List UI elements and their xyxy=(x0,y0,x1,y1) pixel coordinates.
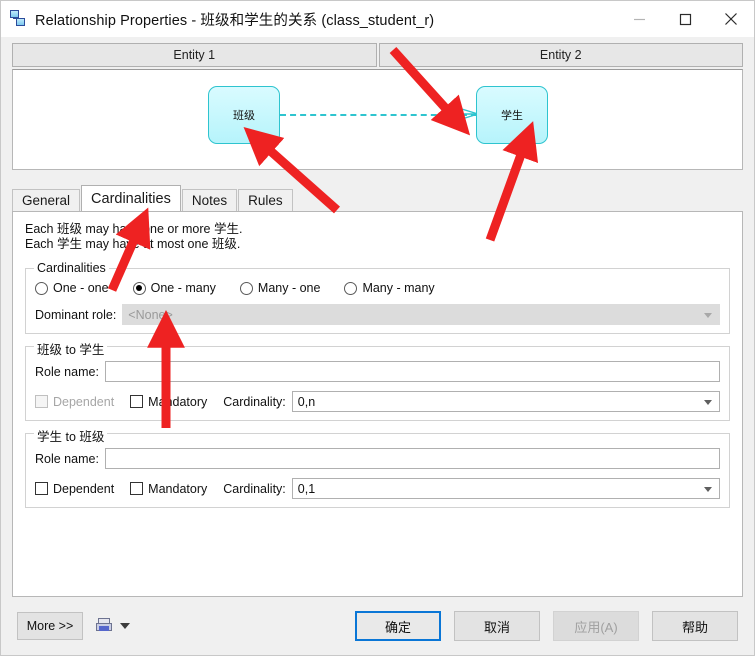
cardinality-label: Cardinality: xyxy=(223,481,286,496)
cardinalities-tab-page: Each 班级 may have one or more 学生. Each 学生… xyxy=(12,211,743,597)
radio-indicator xyxy=(132,281,146,295)
checkbox-mandatory[interactable]: Mandatory xyxy=(130,395,207,409)
radio-many-many[interactable]: Many - many xyxy=(344,281,435,295)
cardinalities-group-title: Cardinalities xyxy=(34,261,109,275)
checkbox-indicator xyxy=(130,482,144,495)
apply-button[interactable]: 应用(A) xyxy=(553,611,639,641)
cardinality-value: 0,n xyxy=(297,394,316,409)
cardinality-combo[interactable]: 0,n xyxy=(291,391,720,412)
radio-indicator xyxy=(344,281,358,295)
entity-header-row: Entity 1 Entity 2 xyxy=(12,43,743,67)
checkbox-dependent[interactable]: Dependent xyxy=(35,395,114,409)
radio-indicator xyxy=(35,281,48,295)
checkbox-indicator xyxy=(35,482,48,495)
role-group-class-to-student: 班级 to 学生 Role name: Dependent Mandatory … xyxy=(25,339,730,421)
dialog-footer: More >> 确定 取消 应用(A) 帮助 xyxy=(1,597,754,655)
checkbox-label: Dependent xyxy=(53,394,115,409)
role-name-input[interactable] xyxy=(104,361,720,382)
radio-many-one[interactable]: Many - one xyxy=(239,281,321,295)
role-name-row: Role name: xyxy=(35,361,720,382)
dominant-role-label: Dominant role: xyxy=(35,307,117,322)
close-icon[interactable] xyxy=(708,2,754,36)
checkbox-indicator xyxy=(130,395,144,408)
tab-rules[interactable]: Rules xyxy=(238,189,293,211)
checkbox-label: Dependent xyxy=(53,481,115,496)
relationship-link xyxy=(280,114,477,116)
cardinality-radio-group: One - one One - many Many - one Many - m… xyxy=(35,281,720,295)
role-group-student-to-class: 学生 to 班级 Role name: Dependent Mandatory … xyxy=(25,426,730,508)
entity-box-right[interactable]: 学生 xyxy=(476,86,548,144)
radio-one-one[interactable]: One - one xyxy=(35,281,109,295)
radio-label: One - one xyxy=(53,281,109,295)
checkbox-label: Mandatory xyxy=(148,481,208,496)
role-name-input[interactable] xyxy=(104,448,720,469)
tab-strip: General Cardinalities Notes Rules xyxy=(12,185,743,211)
checkbox-dependent[interactable]: Dependent xyxy=(35,482,114,496)
role-name-label: Role name: xyxy=(35,451,99,466)
window-title: Relationship Properties - 班级和学生的关系 (clas… xyxy=(35,12,435,29)
relationship-icon xyxy=(10,10,28,28)
role-name-label: Role name: xyxy=(35,364,99,379)
role-name-row: Role name: xyxy=(35,448,720,469)
chevron-down-icon xyxy=(704,399,712,405)
cardinalities-group: Cardinalities One - one One - many Many … xyxy=(25,261,730,334)
cardinality-value: 0,1 xyxy=(297,481,316,496)
radio-label: Many - many xyxy=(362,281,435,295)
title-bar: Relationship Properties - 班级和学生的关系 (clas… xyxy=(1,1,754,37)
footer-buttons: 确定 取消 应用(A) 帮助 xyxy=(342,597,738,655)
tab-cardinalities[interactable]: Cardinalities xyxy=(81,185,181,211)
radio-indicator xyxy=(239,281,253,295)
radio-label: Many - one xyxy=(257,281,321,295)
relationship-diagram: 班级 学生 xyxy=(12,69,743,170)
dominant-role-combo[interactable]: <None> xyxy=(122,304,720,325)
entity-2-header[interactable]: Entity 2 xyxy=(378,43,743,67)
cancel-button[interactable]: 取消 xyxy=(454,611,540,641)
chevron-down-icon xyxy=(704,486,712,492)
tab-notes[interactable]: Notes xyxy=(181,189,238,211)
more-button[interactable]: More >> xyxy=(17,612,83,640)
maximize-icon[interactable] xyxy=(662,2,708,36)
tab-general[interactable]: General xyxy=(12,189,81,211)
window-controls xyxy=(616,1,754,37)
role-group-title: 班级 to 学生 xyxy=(34,339,108,358)
radio-one-many[interactable]: One - many xyxy=(132,281,216,295)
role-flags-row: Dependent Mandatory Cardinality: 0,n xyxy=(35,391,720,412)
role-flags-row: Dependent Mandatory Cardinality: 0,1 xyxy=(35,478,720,499)
entity-box-left[interactable]: 班级 xyxy=(208,86,280,144)
role-group-title: 学生 to 班级 xyxy=(34,426,108,445)
entity-1-header[interactable]: Entity 1 xyxy=(12,43,377,67)
minimize-icon[interactable] xyxy=(616,2,662,36)
checkbox-mandatory[interactable]: Mandatory xyxy=(130,482,207,496)
dominant-role-row: Dominant role: <None> xyxy=(35,304,720,325)
chevron-down-icon xyxy=(704,312,712,318)
checkbox-indicator xyxy=(35,395,48,408)
help-button[interactable]: 帮助 xyxy=(652,611,738,641)
caret-down-icon[interactable] xyxy=(120,623,130,629)
radio-label: One - many xyxy=(150,281,216,295)
dominant-role-value: <None> xyxy=(128,307,173,322)
printer-icon[interactable] xyxy=(96,617,113,635)
relationship-properties-dialog: Relationship Properties - 班级和学生的关系 (clas… xyxy=(0,0,755,656)
description-line-1: Each 班级 may have one or more 学生. xyxy=(25,222,243,236)
cardinality-combo[interactable]: 0,1 xyxy=(291,478,720,499)
checkbox-label: Mandatory xyxy=(148,394,208,409)
cardinality-label: Cardinality: xyxy=(223,394,286,409)
ok-button[interactable]: 确定 xyxy=(355,611,441,641)
description-line-2: Each 学生 may have at most one 班级. xyxy=(25,237,241,251)
